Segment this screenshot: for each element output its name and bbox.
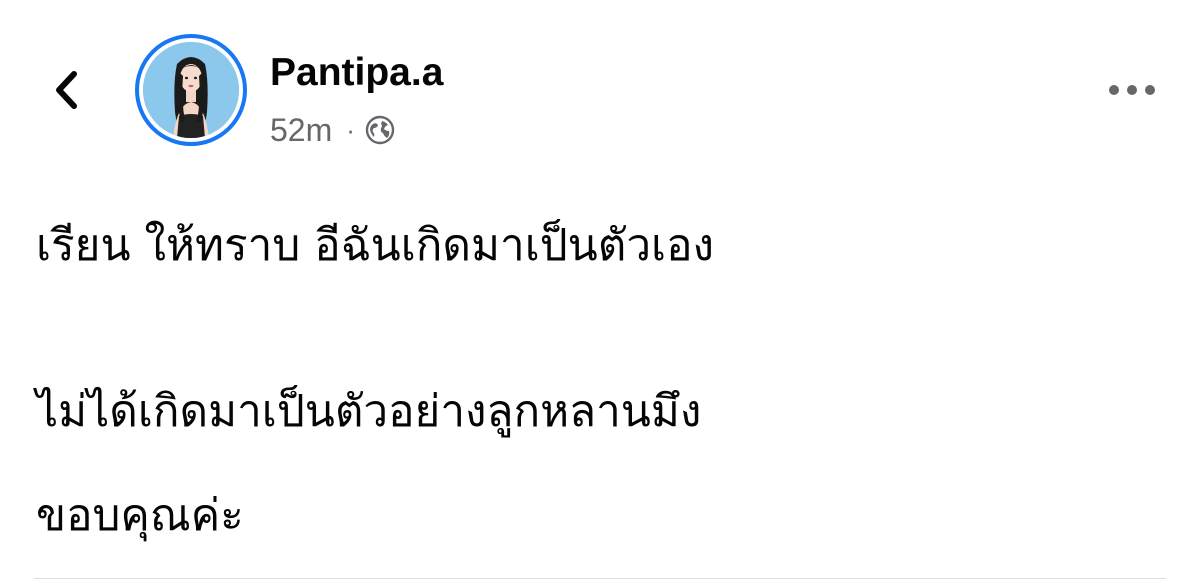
meta-separator: ·: [346, 114, 355, 145]
avatar-image: [143, 42, 239, 138]
post-text-line: เรียน ให้ทราบ อีฉันเกิดมาเป็นตัวเอง: [36, 220, 714, 271]
more-horizontal-icon: [1109, 85, 1155, 95]
back-button[interactable]: [44, 64, 88, 116]
more-options-button[interactable]: [1100, 72, 1164, 108]
post-meta: 52m ·: [270, 108, 395, 152]
post-text-line: ไม่ได้เกิดมาเป็นตัวอย่างลูกหลานมึง: [36, 386, 702, 437]
post-text-line: ขอบคุณค่ะ: [36, 490, 244, 541]
divider: [34, 578, 1166, 579]
post-timestamp[interactable]: 52m: [270, 112, 332, 149]
chevron-left-icon: [56, 71, 77, 109]
author-name[interactable]: Pantipa.a: [270, 48, 443, 98]
globe-icon: [365, 115, 395, 145]
avatar[interactable]: [135, 34, 247, 146]
